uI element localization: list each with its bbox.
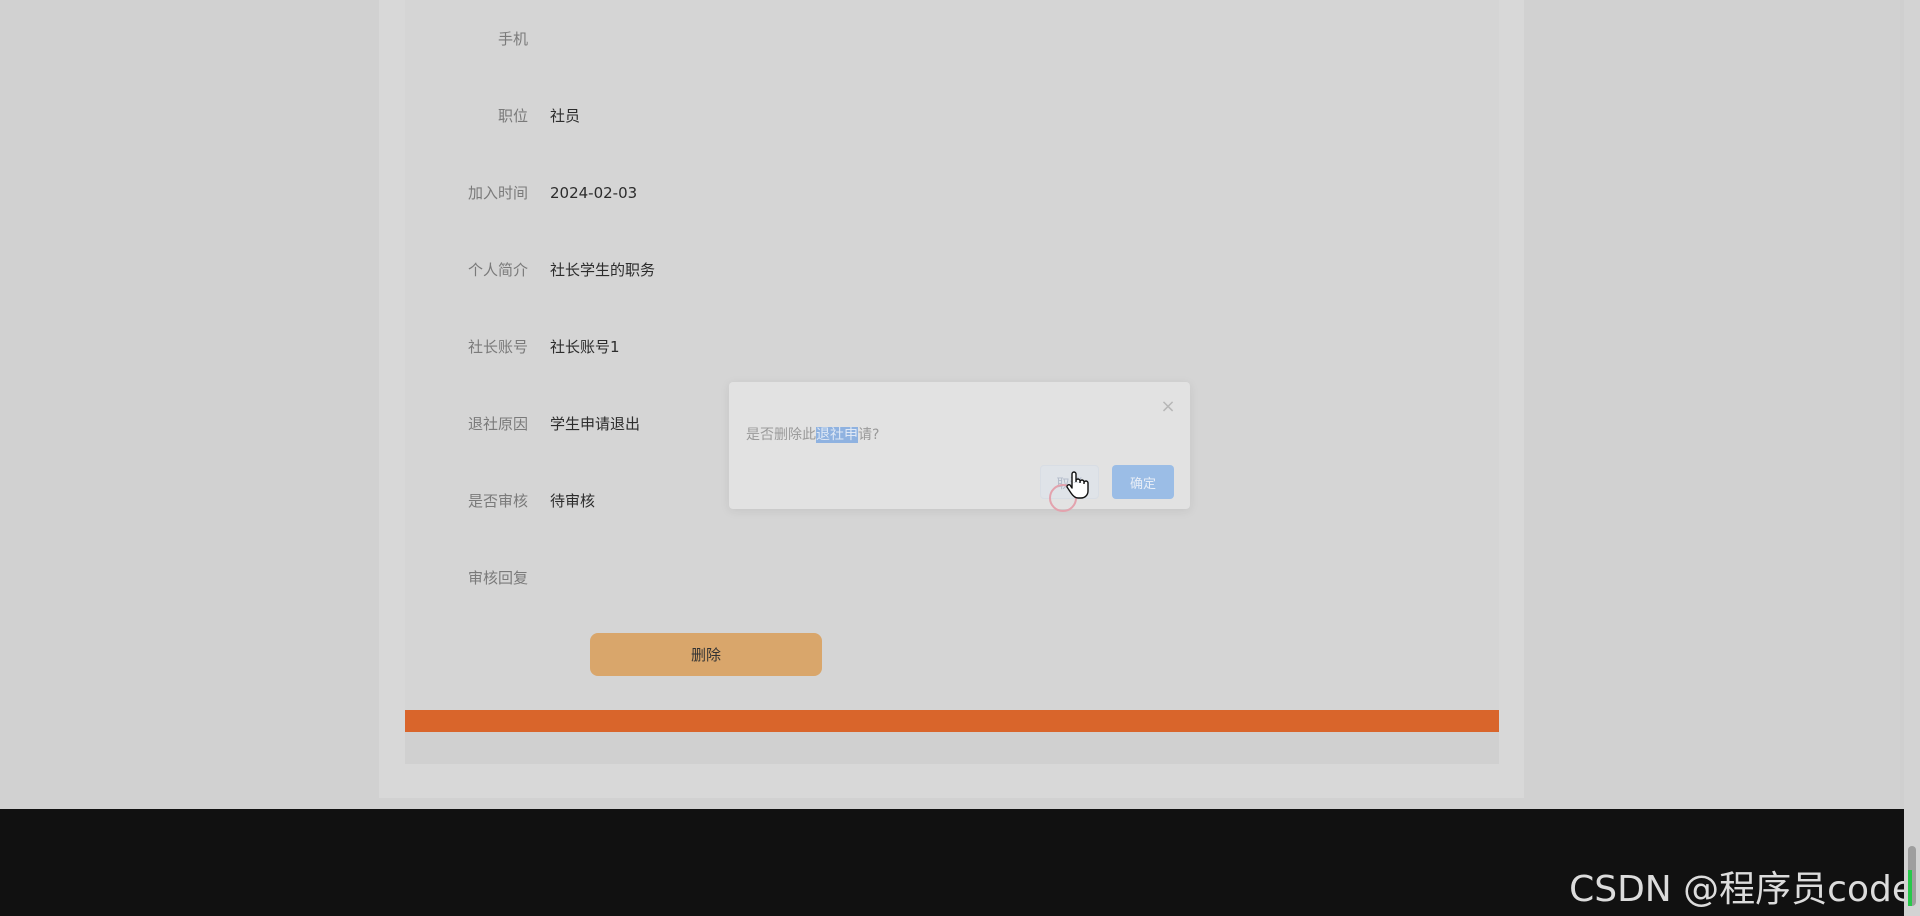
scrollbar-indicator (1908, 870, 1912, 906)
dialog-message-text: 是否删除此 (746, 427, 816, 443)
watermark: CSDN @程序员code (1569, 869, 1914, 910)
hand-cursor-icon (1066, 471, 1089, 499)
field-value: 社长账号1 (550, 338, 620, 356)
field-label: 个人简介 (467, 261, 528, 279)
dialog-message: 是否删除此退社申请? (746, 424, 879, 444)
field-value: 2024-02-03 (550, 184, 638, 202)
field-row-review-reply: 审核回复 (405, 563, 1305, 593)
field-row-profile: 个人简介 社长学生的职务 (405, 255, 1305, 285)
field-label: 手机 (497, 30, 528, 48)
field-row-phone: 手机 (405, 24, 1305, 54)
dialog-message-text: 请? (858, 427, 880, 443)
field-value: 待审核 (550, 492, 596, 510)
field-value: 社长学生的职务 (550, 261, 656, 279)
confirm-dialog: × 是否删除此退社申请? 取消 确定 (729, 382, 1190, 509)
field-value: 社员 (550, 107, 581, 125)
field-row-join-time: 加入时间 2024-02-03 (405, 178, 1305, 208)
footer-shadow (405, 732, 1499, 764)
field-label: 是否审核 (467, 492, 528, 510)
field-label: 职位 (497, 107, 528, 125)
field-label: 社长账号 (467, 338, 528, 356)
field-label: 退社原因 (467, 415, 528, 433)
field-value: 学生申请退出 (550, 415, 641, 433)
field-row-president-account: 社长账号 社长账号1 (405, 332, 1305, 362)
footer-bar (405, 710, 1499, 732)
close-icon[interactable]: × (1157, 396, 1179, 418)
field-label: 审核回复 (467, 569, 528, 587)
field-label: 加入时间 (467, 184, 528, 202)
scrollbar-track[interactable] (1904, 0, 1920, 916)
delete-button[interactable]: 删除 (590, 633, 822, 676)
confirm-button[interactable]: 确定 (1112, 465, 1174, 499)
selected-text: 退社申 (816, 427, 858, 443)
field-row-position: 职位 社员 (405, 101, 1305, 131)
